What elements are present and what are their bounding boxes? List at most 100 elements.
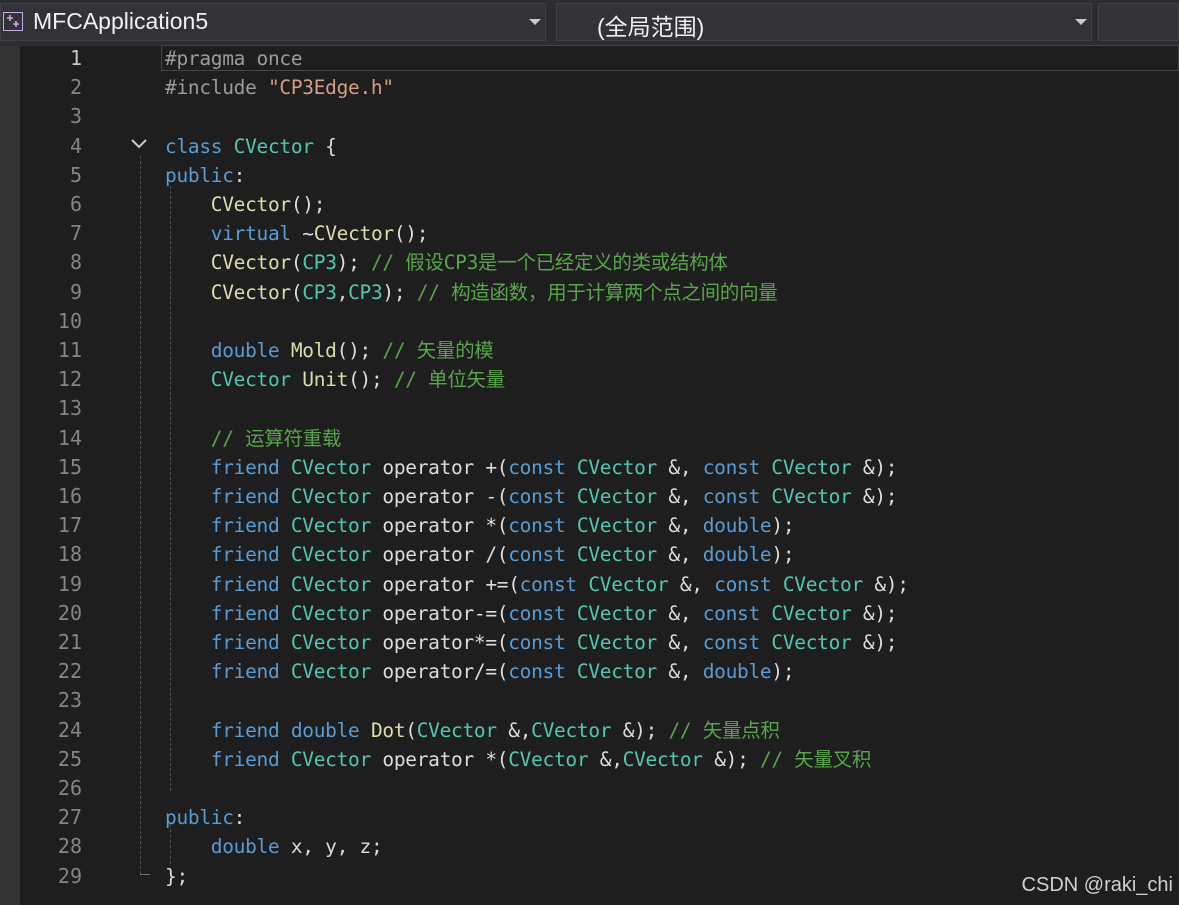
code-line[interactable]: double Mold(); // 矢量的模 xyxy=(165,336,494,365)
code-line[interactable]: friend CVector operator*=(const CVector … xyxy=(165,628,898,657)
navigation-bar: MFCApplication5 (全局范围) xyxy=(0,0,1179,46)
scope-dropdown[interactable]: (全局范围) xyxy=(556,3,1092,41)
line-number: 6 xyxy=(69,192,82,216)
code-token: &, xyxy=(679,572,715,596)
type-token: CP3 xyxy=(348,280,383,304)
type-token: CVector xyxy=(576,660,669,684)
code-line[interactable]: friend CVector operator *(CVector &,CVec… xyxy=(165,745,872,774)
code-line[interactable]: virtual ~CVector(); xyxy=(165,219,429,248)
line-number: 1 xyxy=(69,46,82,70)
code-line[interactable]: double x, y, z; xyxy=(165,832,383,861)
type-token: CVector xyxy=(576,514,669,538)
type-token: CVector xyxy=(508,747,600,771)
type-token: CVector xyxy=(416,718,509,742)
type-token: CVector xyxy=(771,485,863,508)
code-editor[interactable]: 1 2 3 4 5 6 7 8 9 10 11 12 13 14 15 16 17 18 19 20 21 22 23 24 2… xyxy=(0,44,1179,905)
code-line[interactable]: #pragma once xyxy=(165,44,303,73)
line-number: 23 xyxy=(57,688,82,713)
type-token: CVector xyxy=(290,747,383,771)
type-token: CVector xyxy=(771,455,863,479)
type-token: CVector xyxy=(622,747,715,771)
code-line[interactable]: friend CVector operator/=(const CVector … xyxy=(165,657,795,686)
code-token: ); xyxy=(771,514,795,538)
code-line[interactable]: CVector(CP3); // 假设CP3是一个已经定义的类或结构体 xyxy=(165,248,728,277)
line-number: 24 xyxy=(57,717,82,742)
type-token: CVector xyxy=(576,455,669,479)
keyword-token: friend xyxy=(210,485,291,508)
type-token: CVector xyxy=(771,601,863,625)
function-token: Dot xyxy=(370,718,406,742)
function-token: CVector xyxy=(210,280,291,304)
comment-token: // 矢量的模 xyxy=(382,339,494,362)
keyword-token: friend xyxy=(210,514,291,538)
code-line[interactable]: }; xyxy=(165,862,188,891)
line-number: 3 xyxy=(69,104,82,129)
glyph-margin xyxy=(0,46,20,905)
keyword-token: friend xyxy=(210,747,291,771)
code-token: operator +=( xyxy=(382,572,520,596)
code-token: ); xyxy=(336,251,371,275)
line-number: 25 xyxy=(57,746,82,771)
code-token: &); xyxy=(862,631,898,654)
code-token: x, y, z; xyxy=(290,835,383,859)
code-line[interactable]: public: xyxy=(165,161,245,190)
code-line[interactable]: friend double Dot(CVector &,CVector &); … xyxy=(165,716,780,745)
line-number: 26 xyxy=(57,776,82,800)
line-number: 8 xyxy=(69,250,82,275)
keyword-token: friend xyxy=(210,543,291,567)
project-dropdown[interactable]: MFCApplication5 xyxy=(0,3,546,41)
code-line[interactable]: friend CVector operator *(const CVector … xyxy=(165,511,795,540)
code-line[interactable]: // 运算符重载 xyxy=(165,424,342,453)
code-line[interactable]: #include "CP3Edge.h" xyxy=(165,73,394,102)
line-number: 14 xyxy=(57,425,82,450)
function-token: CVector xyxy=(210,251,291,275)
code-token: &); xyxy=(862,601,898,625)
type-token: CVector xyxy=(210,368,303,392)
type-token: CVector xyxy=(290,572,383,596)
scope-label: (全局范围) xyxy=(597,14,705,40)
chevron-down-icon[interactable] xyxy=(1075,19,1087,25)
code-token: &, xyxy=(668,543,703,567)
code-token: operator *( xyxy=(382,747,509,771)
code-line[interactable]: friend CVector operator-=(const CVector … xyxy=(165,599,898,628)
code-line[interactable]: public: xyxy=(165,803,245,832)
code-token: (); xyxy=(336,339,383,362)
line-number: 20 xyxy=(57,600,82,625)
type-token: CVector xyxy=(576,543,669,567)
code-line[interactable]: class CVector { xyxy=(165,132,337,161)
code-line[interactable]: friend CVector operator -(const CVector … xyxy=(165,482,898,511)
code-line[interactable]: CVector(); xyxy=(165,190,326,219)
keyword-token: const xyxy=(508,514,577,538)
comment-token: // 运算符重载 xyxy=(210,426,342,450)
keyword-token: double xyxy=(702,660,772,684)
code-line[interactable]: friend CVector operator +(const CVector … xyxy=(165,453,898,482)
code-token: operator*=( xyxy=(382,631,509,654)
code-line[interactable]: CVector(CP3,CP3); // 构造函数，用于计算两个点之间的向量 xyxy=(165,278,778,307)
code-token: , xyxy=(336,280,349,304)
line-number: 22 xyxy=(57,659,82,684)
type-token: CVector xyxy=(290,601,383,625)
type-token: CVector xyxy=(771,631,863,654)
code-token: &, xyxy=(668,601,703,625)
code-token: &); xyxy=(862,455,898,479)
member-dropdown[interactable] xyxy=(1098,3,1179,41)
keyword-token: friend xyxy=(210,455,291,479)
chevron-down-icon[interactable] xyxy=(529,19,541,25)
type-token: CVector xyxy=(233,134,314,158)
line-number: 12 xyxy=(57,367,82,392)
keyword-token: double xyxy=(702,514,772,538)
code-token: &); xyxy=(714,747,760,771)
code-line[interactable]: CVector Unit(); // 单位矢量 xyxy=(165,365,505,394)
keyword-token: public xyxy=(165,163,234,187)
code-line[interactable]: friend CVector operator +=(const CVector… xyxy=(165,570,909,599)
keyword-token: friend xyxy=(210,601,291,625)
type-token: CVector xyxy=(576,601,669,625)
collapse-chevron-icon[interactable] xyxy=(130,138,148,150)
code-line[interactable]: friend CVector operator /(const CVector … xyxy=(165,540,795,569)
type-token: CVector xyxy=(576,485,669,508)
